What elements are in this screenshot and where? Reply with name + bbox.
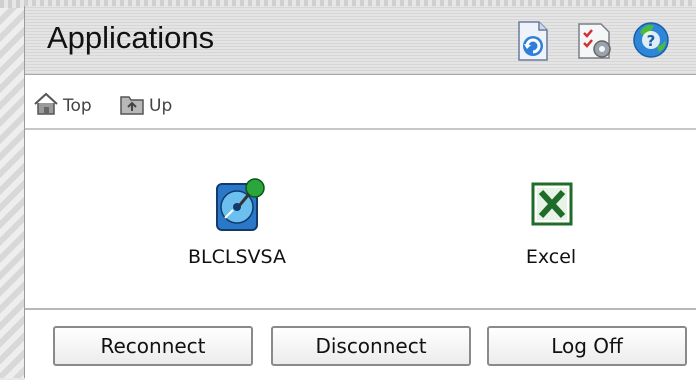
published-disk-pin-icon — [205, 178, 269, 240]
refresh-icon[interactable] — [513, 18, 553, 62]
disconnect-button[interactable]: Disconnect — [271, 326, 471, 366]
preferences-icon[interactable] — [575, 18, 615, 62]
excel-icon — [519, 182, 583, 240]
app-item-excel[interactable]: Excel — [461, 176, 641, 268]
applications-list: BLCLSVSA Excel — [25, 130, 696, 308]
panel-header: Applications ? — [25, 6, 696, 75]
help-icon[interactable]: ? — [631, 18, 671, 62]
background-strip — [0, 0, 24, 378]
nav-up-label: Up — [149, 96, 173, 116]
reconnect-button[interactable]: Reconnect — [53, 326, 253, 366]
breadcrumb: Top Up — [25, 76, 696, 130]
nav-top-label: Top — [63, 96, 92, 116]
home-icon — [33, 92, 59, 116]
nav-up-link[interactable]: Up — [119, 86, 172, 116]
svg-text:?: ? — [647, 32, 656, 50]
app-item-blclsvsa[interactable]: BLCLSVSA — [147, 176, 327, 268]
nav-top-link[interactable]: Top — [33, 86, 92, 116]
action-bar: Reconnect Disconnect Log Off — [25, 308, 696, 380]
app-label-blclsvsa: BLCLSVSA — [188, 246, 286, 268]
page-title: Applications — [47, 20, 215, 55]
log-off-button[interactable]: Log Off — [487, 326, 687, 366]
folder-up-icon — [119, 92, 145, 116]
app-label-excel: Excel — [525, 246, 577, 268]
applications-panel: Applications ? Top Up BLCLSVSA Excel Rec… — [24, 6, 696, 380]
